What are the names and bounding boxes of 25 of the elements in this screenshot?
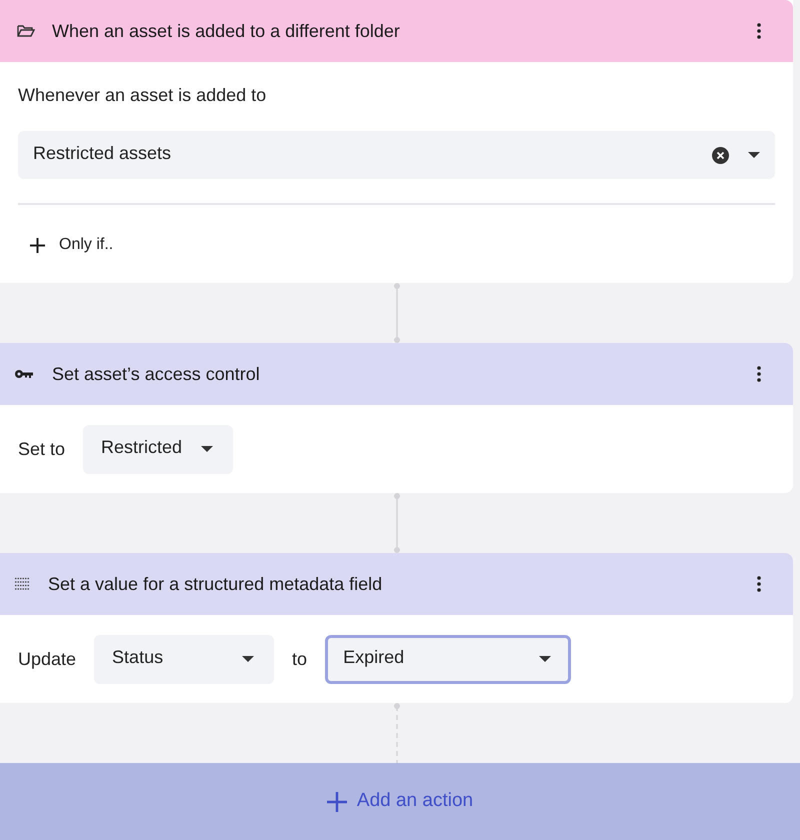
field-label: Set to (18, 438, 66, 460)
caret-icon (241, 655, 256, 663)
dropdown[interactable]: Expired (325, 634, 572, 684)
caret-icon (538, 655, 552, 663)
only-if-button[interactable]: Only if.. (30, 233, 114, 257)
trigger-title: When an asset is added to a different folder (52, 20, 401, 42)
clear-icon[interactable] (712, 146, 729, 164)
action-title: Set a value for a structured metadata field (48, 572, 384, 596)
dropdown[interactable]: Restricted (83, 424, 234, 474)
dropdown[interactable]: Status (94, 634, 274, 684)
folder-dropdown[interactable]: Restricted assets (18, 131, 775, 179)
field-label: Update (18, 648, 76, 671)
field-list-icon (14, 577, 30, 591)
joiner-text: to (292, 648, 308, 670)
more-icon[interactable] (757, 23, 761, 39)
caret-icon (200, 445, 214, 453)
key-icon (14, 368, 34, 380)
more-icon[interactable] (757, 576, 761, 592)
action-title: Set asset’s access control (52, 362, 261, 386)
plus-icon (326, 792, 347, 812)
plus-icon (30, 238, 45, 252)
prompt-text: Whenever an asset is added to (18, 84, 268, 107)
more-icon[interactable] (757, 366, 761, 382)
caret-icon (747, 151, 761, 159)
folder-icon (17, 24, 35, 38)
